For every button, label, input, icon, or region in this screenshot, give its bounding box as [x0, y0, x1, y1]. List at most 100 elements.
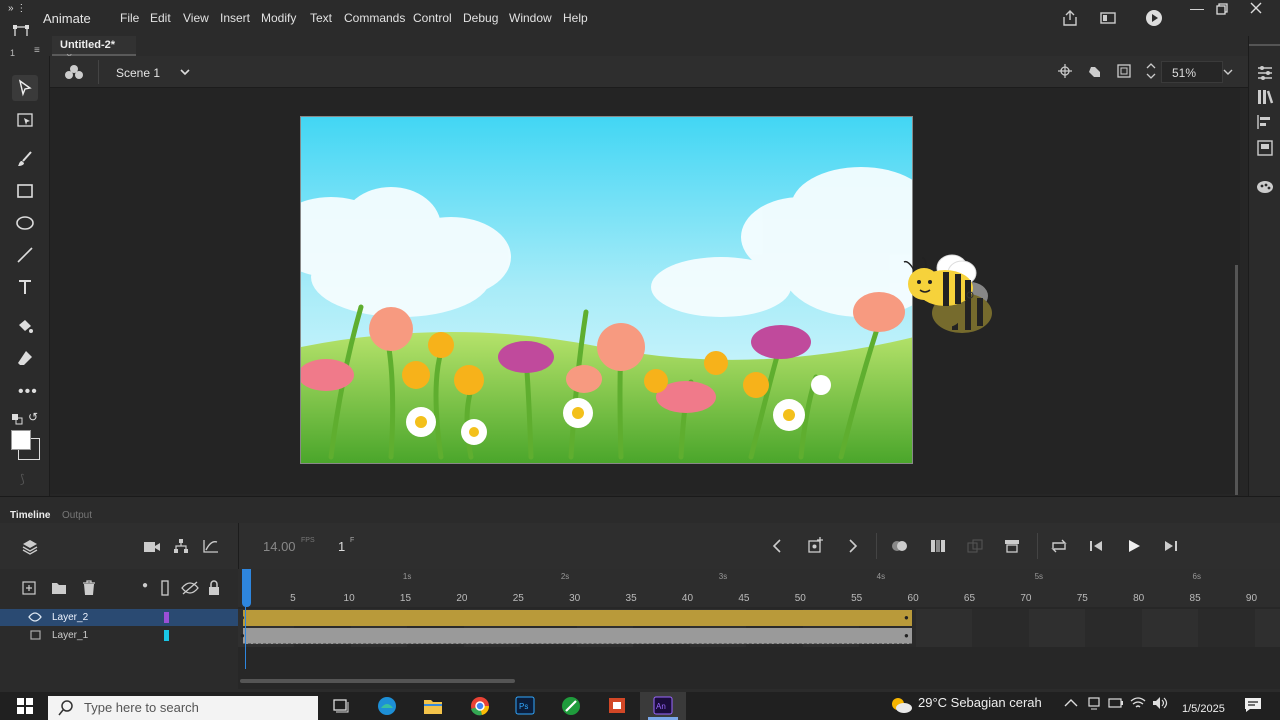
document-tab[interactable]: Untitled-2* × — [52, 36, 136, 63]
layer-parenting-icon[interactable] — [174, 539, 188, 553]
play-icon[interactable] — [1127, 539, 1141, 553]
menu-edit[interactable]: Edit — [150, 11, 171, 25]
library-icon[interactable] — [1256, 88, 1274, 106]
paint-bucket-tool[interactable] — [12, 313, 38, 339]
next-keyframe-icon[interactable] — [848, 539, 858, 553]
minimize-icon[interactable]: — — [1190, 0, 1204, 16]
center-stage-icon[interactable] — [1058, 64, 1072, 78]
menu-commands[interactable]: Commands — [344, 11, 405, 25]
menu-text[interactable]: Text — [310, 11, 332, 25]
network-tray-icon[interactable] — [1087, 696, 1101, 710]
task-view-icon[interactable] — [330, 696, 352, 716]
hide-layers-icon[interactable] — [181, 581, 199, 595]
playhead[interactable] — [242, 569, 251, 607]
timeline-horizontal-scrollbar[interactable] — [240, 679, 515, 683]
wifi-tray-icon[interactable] — [1130, 696, 1146, 710]
zoom-field[interactable]: 51% — [1161, 61, 1223, 83]
battery-tray-icon[interactable] — [1108, 696, 1124, 710]
loop-icon[interactable] — [1050, 539, 1068, 553]
previous-keyframe-icon[interactable] — [772, 539, 782, 553]
step-back-icon[interactable] — [1090, 540, 1104, 552]
stage[interactable] — [300, 116, 913, 464]
selection-tool[interactable] — [12, 75, 38, 101]
publish-icon[interactable] — [1061, 9, 1079, 27]
powerpoint-icon[interactable] — [606, 696, 628, 716]
free-transform-tool[interactable] — [12, 107, 38, 133]
center-frame-icon[interactable] — [1004, 539, 1020, 553]
notification-icon[interactable] — [1244, 697, 1262, 713]
zoom-stepper-icon[interactable] — [1146, 61, 1156, 81]
frame-value[interactable]: 1 — [338, 539, 345, 554]
corel-icon[interactable] — [560, 696, 582, 716]
file-explorer-icon[interactable] — [422, 696, 444, 716]
edit-symbols-icon[interactable] — [65, 64, 83, 80]
chrome-icon[interactable] — [469, 696, 491, 716]
layer-row-layer-1[interactable]: Layer_1 — [0, 627, 238, 644]
restore-icon[interactable] — [1216, 3, 1228, 15]
assets-icon[interactable] — [1256, 139, 1274, 157]
menu-insert[interactable]: Insert — [220, 11, 250, 25]
frames-area[interactable]: 5 10 15 20 25 30 35 40 45 50 55 60 65 70 75 80 85 90 1s 2s… — [238, 569, 1280, 689]
weather-text[interactable]: 29°C Sebagian cerah — [918, 695, 1042, 710]
brush-tool[interactable] — [12, 146, 38, 172]
edit-multiple-frames-icon[interactable] — [930, 539, 946, 553]
align-icon[interactable] — [1256, 113, 1274, 131]
menu-file[interactable]: File — [120, 11, 139, 25]
oval-tool[interactable] — [12, 210, 38, 236]
edge-icon[interactable] — [376, 696, 398, 716]
layer-color-swatch[interactable] — [164, 612, 169, 623]
frame-ruler[interactable] — [238, 569, 1280, 607]
delete-icon[interactable] — [82, 580, 96, 596]
output-tab[interactable]: Output — [62, 510, 92, 521]
properties-icon[interactable] — [1256, 64, 1274, 82]
camera-icon[interactable] — [144, 541, 160, 553]
layers-icon[interactable] — [22, 539, 38, 555]
workspace-menu-icon[interactable]: » ⋮ — [8, 3, 26, 14]
highlight-layers-dot-icon[interactable]: ● — [142, 580, 148, 591]
windows-start-icon[interactable] — [16, 697, 34, 715]
text-tool[interactable] — [12, 274, 38, 300]
outline-layers-icon[interactable] — [161, 580, 169, 596]
onion-skin-icon[interactable] — [891, 540, 909, 552]
menu-modify[interactable]: Modify — [261, 11, 296, 25]
graph-icon[interactable] — [203, 539, 219, 553]
layer-row-layer-2[interactable]: Layer_2 — [0, 609, 238, 626]
color-icon[interactable] — [1256, 178, 1274, 196]
new-layer-icon[interactable] — [22, 581, 36, 595]
layer-name[interactable]: Layer_2 — [52, 612, 88, 623]
menu-view[interactable]: View — [183, 11, 209, 25]
close-window-icon[interactable] — [1250, 2, 1262, 14]
chevron-down-icon[interactable] — [180, 68, 190, 76]
layer-name[interactable]: Layer_1 — [52, 630, 88, 641]
menu-lines-icon[interactable]: ≡ — [34, 45, 40, 56]
default-colors-icon[interactable] — [11, 413, 23, 425]
test-movie-icon[interactable] — [1145, 9, 1163, 27]
menu-control[interactable]: Control — [413, 11, 452, 25]
new-folder-icon[interactable] — [51, 581, 67, 595]
taskbar-date[interactable]: 1/5/2025 — [1182, 703, 1225, 715]
eraser-tool[interactable] — [12, 345, 38, 371]
weather-icon[interactable] — [890, 697, 912, 713]
step-forward-icon[interactable] — [1163, 540, 1177, 552]
scene-label[interactable]: Scene 1 — [116, 66, 160, 80]
layer-2-frame-span[interactable] — [243, 610, 912, 626]
clip-stage-icon[interactable] — [1117, 64, 1131, 78]
fps-value[interactable]: 14.00 — [263, 539, 296, 554]
keyframe-end-l1[interactable]: ● — [904, 631, 909, 640]
more-tools-icon[interactable]: ••• — [18, 383, 38, 401]
keyframe-end-l2[interactable]: ● — [904, 613, 909, 622]
taskbar-search[interactable]: Type here to search — [48, 696, 318, 720]
tray-up-icon[interactable] — [1064, 698, 1078, 708]
layer-1-frame-span[interactable] — [243, 628, 912, 644]
rotate-stage-icon[interactable] — [1087, 63, 1103, 79]
menu-window[interactable]: Window — [509, 11, 552, 25]
menu-debug[interactable]: Debug — [463, 11, 498, 25]
zoom-chevron-icon[interactable] — [1223, 68, 1233, 76]
insert-keyframe-icon[interactable] — [808, 537, 824, 553]
animate-taskbar-active[interactable]: An — [640, 692, 686, 720]
rectangle-tool[interactable] — [12, 178, 38, 204]
lock-layers-icon[interactable] — [207, 580, 221, 596]
menu-help[interactable]: Help — [563, 11, 588, 25]
stage-vertical-scrollbar[interactable] — [1235, 265, 1238, 495]
layer-color-swatch[interactable] — [164, 630, 169, 641]
